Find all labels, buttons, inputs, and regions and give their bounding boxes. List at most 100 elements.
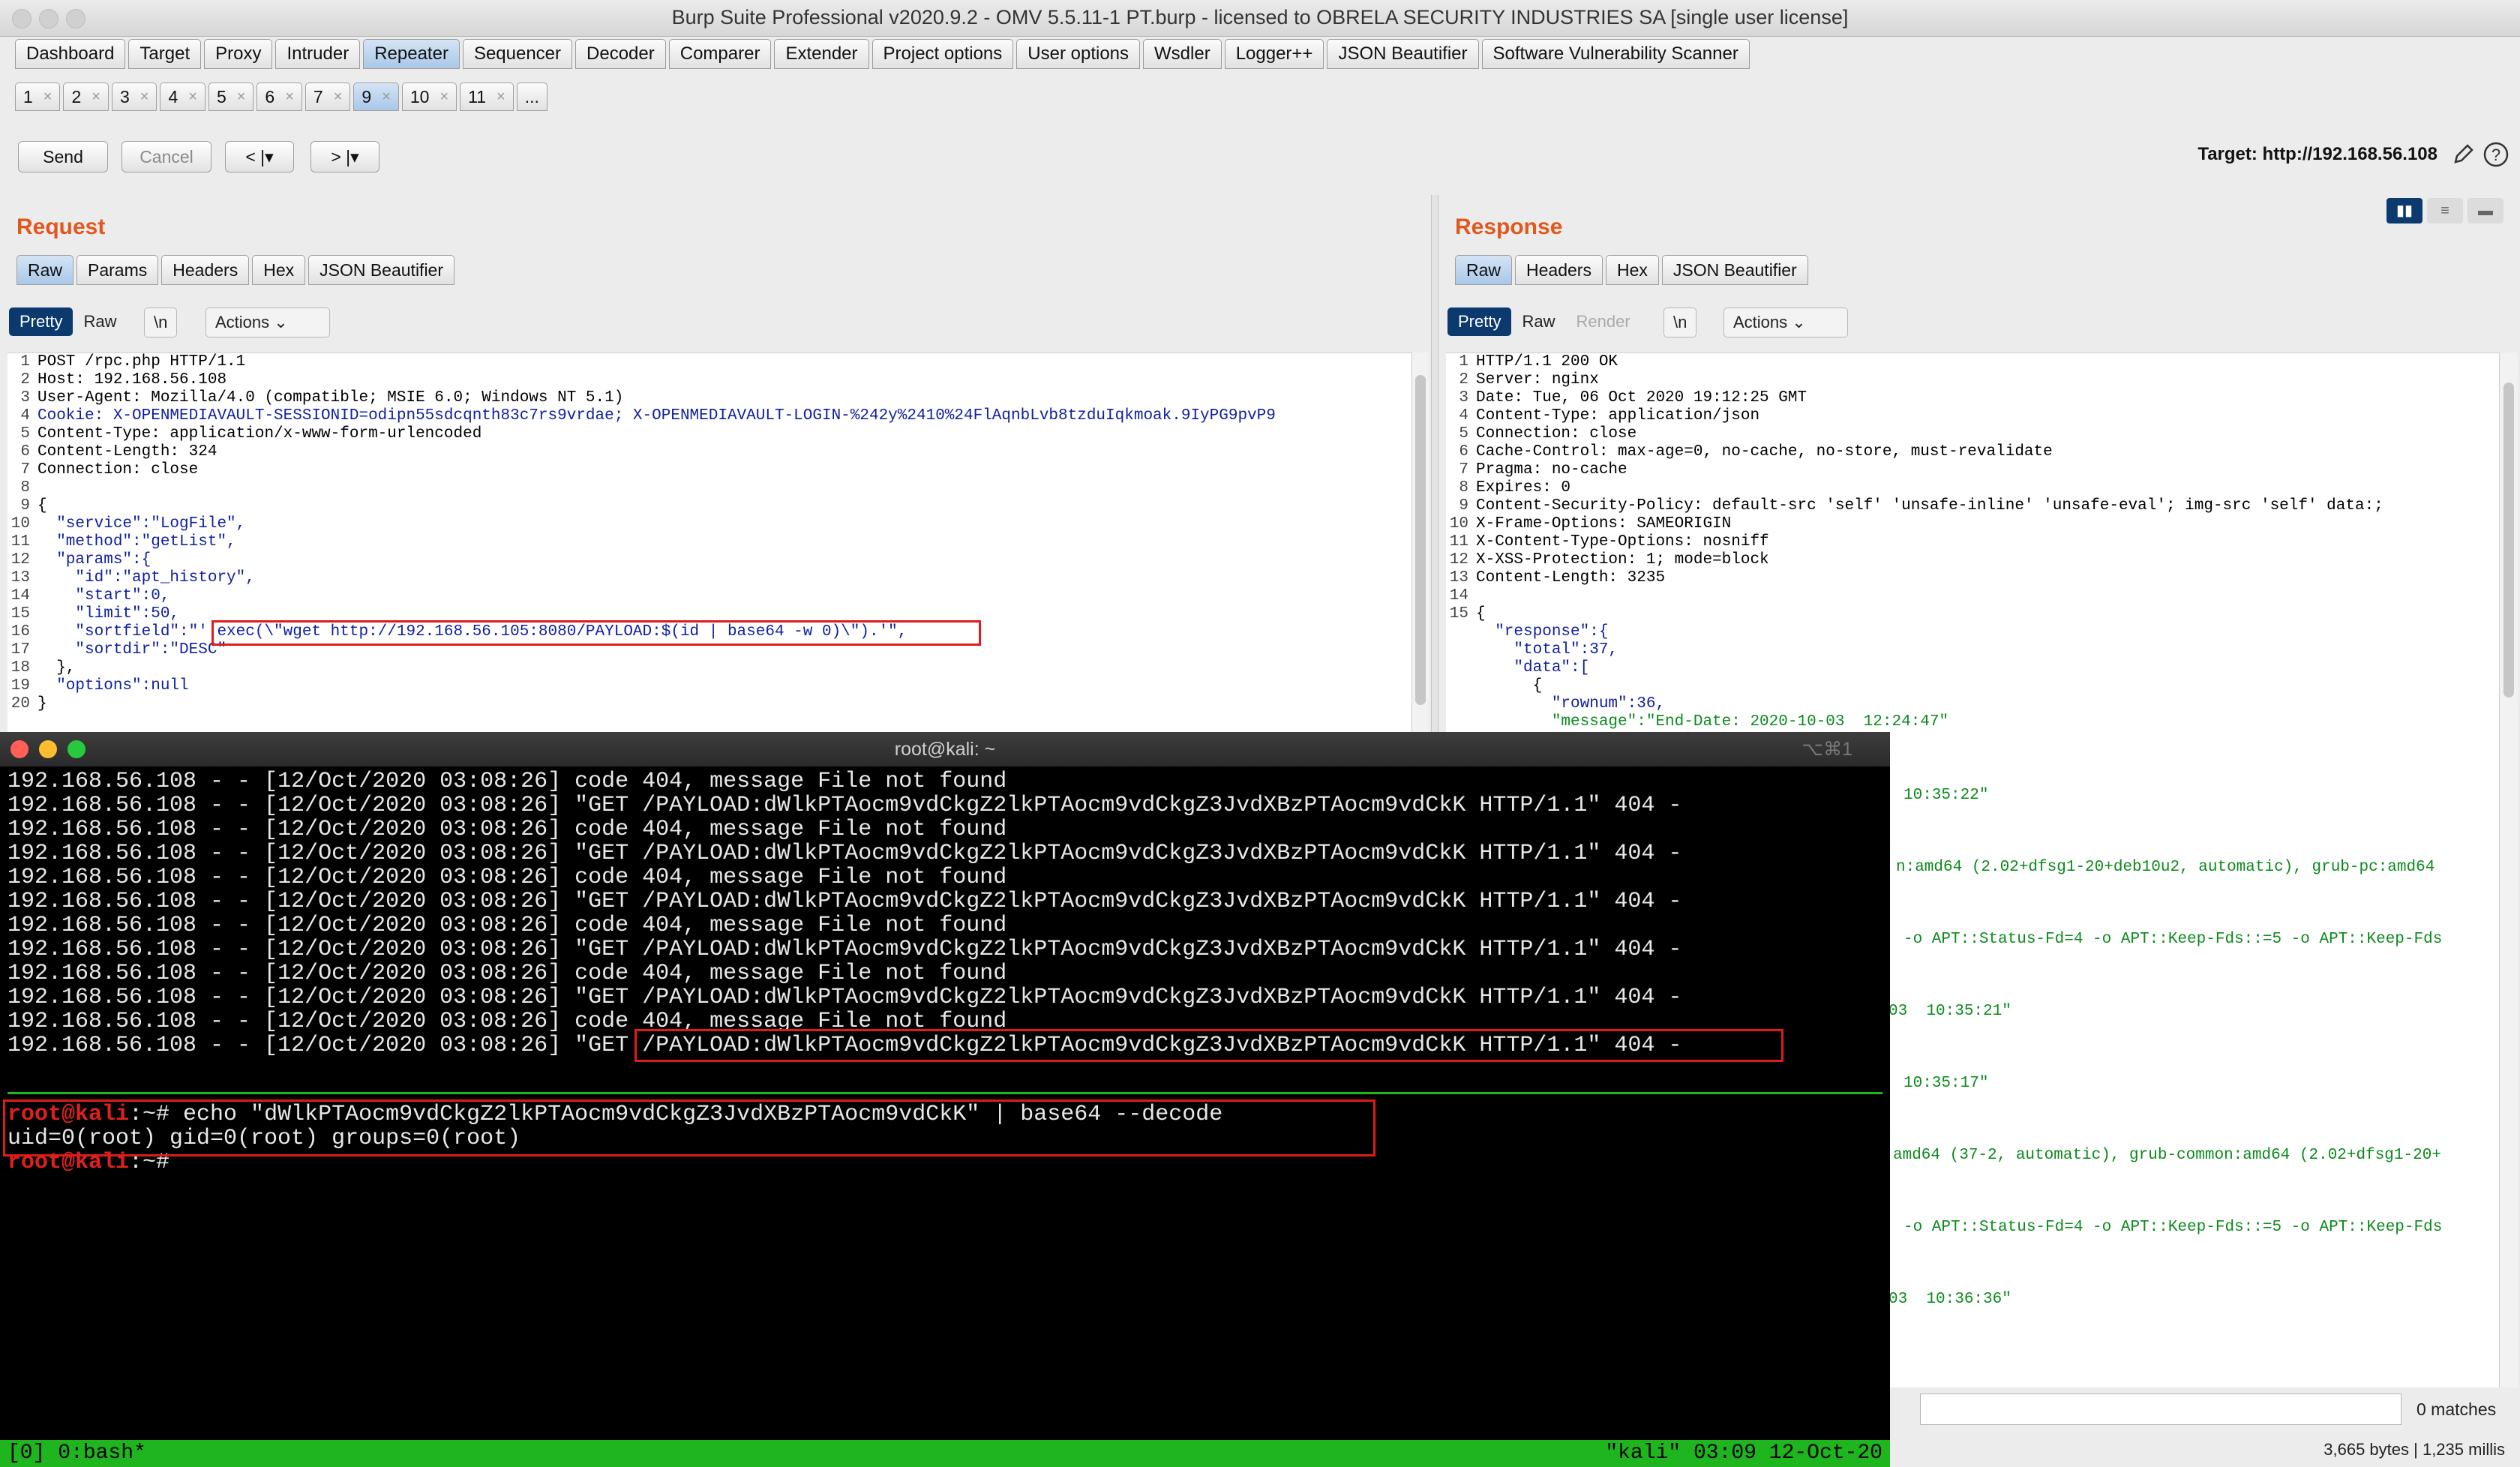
close-icon[interactable]: × <box>92 83 100 110</box>
response-fragment: 10:35:22" <box>1904 787 1989 804</box>
close-icon[interactable]: × <box>237 83 246 110</box>
repeater-tab[interactable]: 7 × <box>304 82 351 111</box>
response-newline-button[interactable]: \n <box>1664 308 1697 338</box>
repeater-tab[interactable]: 10 × <box>401 82 458 111</box>
repeater-tab[interactable]: 5 × <box>208 82 254 111</box>
back-button[interactable]: < |▾ <box>225 141 294 172</box>
tab-decoder[interactable]: Decoder <box>575 39 666 69</box>
response-render-button[interactable]: Render <box>1565 308 1640 336</box>
terminal-zoom-button[interactable] <box>68 740 86 758</box>
request-tab-json-beautifier[interactable]: JSON Beautifier <box>308 255 455 285</box>
response-tab-raw[interactable]: Raw <box>1455 255 1513 285</box>
response-fragment: -o APT::Status-Fd=4 -o APT::Keep-Fds::=5… <box>1904 931 2443 948</box>
close-icon[interactable]: × <box>496 83 506 110</box>
tab-comparer[interactable]: Comparer <box>668 39 772 69</box>
close-icon[interactable]: × <box>285 83 294 110</box>
cancel-button[interactable]: Cancel <box>122 141 212 172</box>
layout-tabs-icon[interactable]: ▬ <box>2468 198 2504 224</box>
tab-target[interactable]: Target <box>128 39 202 69</box>
log-ip: 192.168.56.108 <box>8 1009 197 1034</box>
response-title: Response <box>1455 214 1563 239</box>
request-newline-button[interactable]: \n <box>144 308 178 338</box>
repeater-tab-label: 5 <box>216 87 226 106</box>
request-line: Content-Type: application/x-www-form-url… <box>38 425 482 442</box>
request-line: "method":"getList", <box>38 533 236 550</box>
repeater-tab[interactable]: 4 × <box>160 82 206 111</box>
response-tab-json-beautifier[interactable]: JSON Beautifier <box>1661 255 1808 285</box>
repeater-tab-label: 2 <box>71 87 82 106</box>
tab-proxy[interactable]: Proxy <box>204 39 273 69</box>
tab-logger[interactable]: Logger++ <box>1224 39 1324 69</box>
request-tab-params[interactable]: Params <box>76 255 159 285</box>
response-tab-headers[interactable]: Headers <box>1515 255 1603 285</box>
request-tab-bar: Raw Params Headers Hex JSON Beautifier <box>16 255 455 285</box>
repeater-tab[interactable]: 2 × <box>63 82 109 111</box>
help-icon[interactable]: ? <box>2482 141 2510 168</box>
log-line: 192.168.56.108 - - [12/Oct/2020 03:08:26… <box>8 962 1006 986</box>
request-title: Request <box>16 214 106 239</box>
repeater-tab-label: 10 <box>410 87 430 106</box>
layout-side-by-side-icon[interactable]: ▮▮ <box>2386 198 2422 224</box>
request-line: { <box>38 497 47 514</box>
response-line: "rownum":36, <box>1476 695 1666 712</box>
log-line: 192.168.56.108 - - [12/Oct/2020 03:08:26… <box>8 770 1006 794</box>
tmux-status-bar: [0] 0:bash* "kali" 03:09 12-Oct-20 <box>0 1440 1890 1467</box>
response-actions-button[interactable]: Actions ⌄ <box>1724 308 1848 338</box>
request-tab-raw[interactable]: Raw <box>16 255 74 285</box>
request-pretty-button[interactable]: Pretty <box>9 308 74 336</box>
tab-software-vulnerability-scanner[interactable]: Software Vulnerability Scanner <box>1481 39 1750 69</box>
response-raw-button[interactable]: Raw <box>1511 308 1565 336</box>
tab-project-options[interactable]: Project options <box>872 39 1014 69</box>
request-actions-button[interactable]: Actions ⌄ <box>206 308 330 338</box>
tab-json-beautifier[interactable]: JSON Beautifier <box>1327 39 1479 69</box>
response-fragment: 03 10:36:36" <box>1888 1291 2012 1308</box>
forward-button[interactable]: > |▾ <box>310 141 380 172</box>
tab-user-options[interactable]: User options <box>1016 39 1141 69</box>
repeater-tab[interactable]: 3 × <box>111 82 158 111</box>
close-icon[interactable]: × <box>140 83 149 110</box>
tab-sequencer[interactable]: Sequencer <box>462 39 573 69</box>
edit-target-icon[interactable] <box>2451 142 2475 166</box>
request-tab-hex[interactable]: Hex <box>252 255 306 285</box>
log-text: - - [12/Oct/2020 03:08:26] "GET /PAYLOAD… <box>196 985 1682 1010</box>
terminal-minimize-button[interactable] <box>39 740 57 758</box>
request-raw-button[interactable]: Raw <box>73 308 127 336</box>
request-editor[interactable]: 1 POST /rpc.php HTTP/1.1 2 Host: 192.168.5… <box>8 352 1412 733</box>
tab-repeater[interactable]: Repeater <box>363 39 460 69</box>
close-icon[interactable]: × <box>382 83 391 110</box>
response-scrollbar[interactable] <box>2499 352 2518 1388</box>
close-icon[interactable]: × <box>188 83 197 110</box>
response-pretty-button[interactable]: Pretty <box>1448 308 1512 336</box>
tab-dashboard[interactable]: Dashboard <box>15 39 126 69</box>
request-line: Connection: close <box>38 461 199 478</box>
close-icon[interactable]: × <box>44 83 52 110</box>
tab-wsdler[interactable]: Wsdler <box>1143 39 1222 69</box>
response-line: Date: Tue, 06 Oct 2020 19:12:25 GMT <box>1476 389 1808 406</box>
new-tab-button[interactable]: ... <box>516 82 548 111</box>
request-line: "sortdir":"DESC" <box>38 641 227 658</box>
repeater-tab[interactable]: 11 × <box>460 82 514 111</box>
response-scroll-thumb[interactable] <box>2504 382 2514 698</box>
tab-extender[interactable]: Extender <box>774 39 869 69</box>
request-scrollbar[interactable] <box>1412 352 1429 732</box>
response-line: Expires: 0 <box>1476 479 1571 496</box>
close-icon[interactable]: × <box>334 83 343 110</box>
log-text: - - [12/Oct/2020 03:08:26] code 404, mes… <box>196 817 1007 842</box>
log-ip: 192.168.56.108 <box>8 769 197 794</box>
repeater-tab[interactable]: 1 × <box>15 82 61 111</box>
layout-stacked-icon[interactable]: ≡ <box>2427 198 2463 224</box>
send-button[interactable]: Send <box>18 141 108 172</box>
tab-intruder[interactable]: Intruder <box>275 39 361 69</box>
response-tab-hex[interactable]: Hex <box>1605 255 1659 285</box>
repeater-tab[interactable]: 6 × <box>256 82 302 111</box>
request-line: User-Agent: Mozilla/4.0 (compatible; MSI… <box>38 389 624 406</box>
request-scroll-thumb[interactable] <box>1415 375 1426 705</box>
close-icon[interactable]: × <box>440 83 448 110</box>
terminal-close-button[interactable] <box>10 740 28 758</box>
terminal-window[interactable]: root@kali: ~ ⌥⌘1 192.168.56.108 - - [12/… <box>0 732 1890 1467</box>
repeater-tab-active[interactable]: 9 × <box>353 82 399 111</box>
response-search-input[interactable] <box>1920 1394 2402 1425</box>
request-tab-headers[interactable]: Headers <box>161 255 250 285</box>
terminal-shortcut: ⌥⌘1 <box>1802 739 1852 760</box>
repeater-tab-label: 4 <box>168 87 178 106</box>
